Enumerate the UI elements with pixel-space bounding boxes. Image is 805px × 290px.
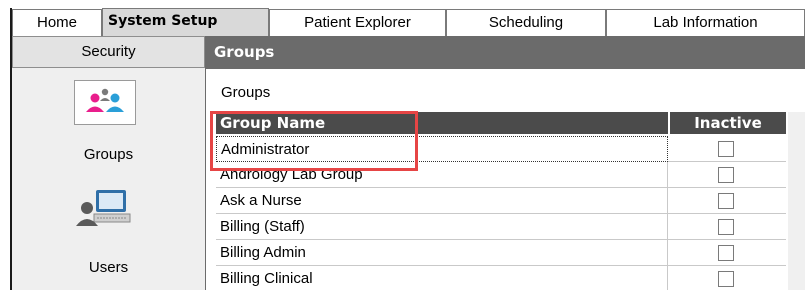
inactive-checkbox[interactable]	[718, 167, 734, 183]
inactive-checkbox[interactable]	[718, 141, 734, 157]
group-name-cell[interactable]: Administrator	[216, 136, 668, 162]
group-name-cell[interactable]: Ask a Nurse	[216, 188, 668, 214]
tab-lab-information[interactable]: Lab Information	[606, 9, 805, 36]
sidebar-header: Security	[12, 36, 205, 68]
inactive-cell	[668, 136, 786, 162]
table-row[interactable]: Billing Clinical	[216, 266, 786, 290]
table-row[interactable]: Billing (Staff)	[216, 214, 786, 240]
panel-title: Groups	[206, 36, 805, 69]
sidebar-item-label: Users	[88, 259, 129, 276]
inactive-checkbox[interactable]	[718, 219, 734, 235]
inactive-cell	[668, 214, 786, 240]
group-name-cell[interactable]: Billing Admin	[216, 240, 668, 266]
tab-home[interactable]: Home	[12, 9, 102, 36]
table-row[interactable]: Ask a Nurse	[216, 188, 786, 214]
sidebar-item-groups[interactable]: Groups	[12, 80, 205, 170]
vertical-scrollbar[interactable]	[788, 112, 805, 290]
group-name-cell[interactable]: Billing Clinical	[216, 266, 668, 290]
table-row[interactable]: Billing Admin	[216, 240, 786, 266]
security-sidebar: Security Groups Users	[10, 36, 205, 290]
groups-panel: Groups Groups Group Name Inactive Admini…	[205, 36, 805, 290]
inactive-checkbox[interactable]	[718, 193, 734, 209]
inactive-cell	[668, 188, 786, 214]
main-tab-bar: Home System Setup Patient Explorer Sched…	[0, 0, 805, 36]
section-label: Groups	[221, 84, 271, 101]
inactive-cell	[668, 162, 786, 188]
table-row[interactable]: Administrator	[216, 136, 786, 162]
inactive-checkbox[interactable]	[718, 271, 734, 287]
inactive-cell	[668, 240, 786, 266]
tab-patient-explorer[interactable]: Patient Explorer	[269, 9, 446, 36]
group-name-cell[interactable]: Billing (Staff)	[216, 214, 668, 240]
sidebar-item-users[interactable]: Users	[12, 186, 205, 286]
tab-system-setup[interactable]: System Setup	[102, 8, 269, 36]
inactive-cell	[668, 266, 786, 290]
users-computer-icon[interactable]	[74, 186, 136, 231]
inactive-checkbox[interactable]	[718, 245, 734, 261]
groups-icon[interactable]	[74, 80, 136, 125]
column-header-inactive[interactable]: Inactive	[670, 112, 786, 134]
tab-scheduling[interactable]: Scheduling	[446, 9, 606, 36]
sidebar-item-label: Groups	[83, 146, 134, 163]
table-row[interactable]: Andrology Lab Group	[216, 162, 786, 188]
group-name-cell[interactable]: Andrology Lab Group	[216, 162, 668, 188]
column-header-group-name[interactable]: Group Name	[216, 112, 668, 134]
